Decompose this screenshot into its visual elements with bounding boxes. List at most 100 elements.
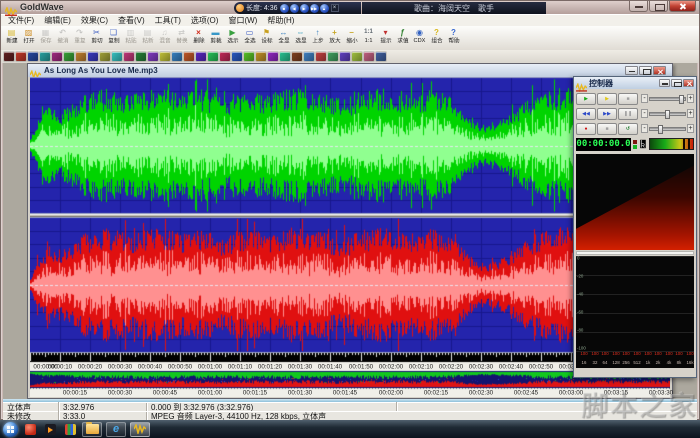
effect-icon-3[interactable] bbox=[40, 52, 50, 61]
doc-close-button[interactable] bbox=[653, 66, 666, 75]
effect-icon-2[interactable] bbox=[28, 52, 38, 61]
effect-icon-27[interactable] bbox=[328, 52, 338, 61]
mini-player-fast-forward-button[interactable]: ▶▶ bbox=[310, 4, 319, 13]
controller-fast-forward-button[interactable]: ▶▶ bbox=[597, 108, 617, 120]
toolbar-button-帮助[interactable]: ?帮助 bbox=[445, 27, 462, 48]
effect-icon-25[interactable] bbox=[304, 52, 314, 61]
controller-record-button[interactable]: ● bbox=[576, 123, 596, 135]
balance-slider[interactable]: -+ bbox=[641, 109, 694, 118]
taskbar-red-app-icon[interactable] bbox=[22, 422, 38, 436]
controller-rewind-button[interactable]: ◀◀ bbox=[576, 108, 596, 120]
overview-ruler[interactable]: 00:00:1500:00:3000:00:4500:01:0000:01:15… bbox=[30, 388, 670, 397]
doc-minimize-button[interactable] bbox=[625, 66, 638, 75]
toolbar-button-选显[interactable]: ⇔选显 bbox=[292, 27, 309, 48]
mini-player-stop-button[interactable]: ■ bbox=[280, 4, 289, 13]
balance-slider-groove[interactable] bbox=[649, 112, 686, 116]
toolbar-button-组合[interactable]: ?组合 bbox=[428, 27, 445, 48]
effect-icon-5[interactable] bbox=[64, 52, 74, 61]
maximize-button[interactable] bbox=[649, 1, 668, 12]
mini-player-play-button[interactable]: ▶ bbox=[300, 4, 309, 13]
titlebar[interactable]: GoldWave 长度: 4:36 ■◀▶▶▶▲ × 歌曲：海阔天空 歌手 bbox=[1, 1, 699, 14]
toolbar-button-粘贴[interactable]: ▥粘贴 bbox=[122, 27, 139, 48]
toolbar-button-设标[interactable]: ⚑设标 bbox=[258, 27, 275, 48]
speed-slider-groove[interactable] bbox=[649, 127, 686, 131]
spectrum-analyzer[interactable]: 0-20-40-60-80-10010010010010010010010010… bbox=[576, 256, 694, 368]
taskbar-media-app-icon[interactable] bbox=[42, 422, 58, 436]
effect-icon-30[interactable] bbox=[364, 52, 374, 61]
controller-maximize-button[interactable] bbox=[671, 79, 682, 87]
toolbar-button-求值[interactable]: ƒ求值 bbox=[394, 27, 411, 48]
speed-increase-button[interactable]: + bbox=[687, 124, 694, 133]
controller-minimize-button[interactable] bbox=[659, 79, 670, 87]
toolbar-button-上步[interactable]: ↑上步 bbox=[309, 27, 326, 48]
effect-icon-19[interactable] bbox=[232, 52, 242, 61]
effect-icon-16[interactable] bbox=[196, 52, 206, 61]
toolbar-button-全选[interactable]: ▭全选 bbox=[241, 27, 258, 48]
controller-record-stop-button[interactable]: ■ bbox=[597, 123, 617, 135]
toolbar-button-复制[interactable]: ❏复制 bbox=[105, 27, 122, 48]
menu-item-7[interactable]: 帮助(H) bbox=[262, 15, 299, 26]
effect-icon-24[interactable] bbox=[292, 52, 302, 61]
volume-decrease-button[interactable]: - bbox=[641, 94, 648, 103]
speed-slider[interactable]: -+ bbox=[641, 124, 694, 133]
controller-play-button[interactable]: ▶ bbox=[576, 93, 596, 105]
toolbar-button-CDX[interactable]: ◉CDX bbox=[411, 27, 428, 46]
mini-player-rewind-button[interactable]: ◀ bbox=[290, 4, 299, 13]
effect-icon-23[interactable] bbox=[280, 52, 290, 61]
taskbar-colored-app-icon[interactable] bbox=[62, 422, 78, 436]
taskbar-explorer-icon[interactable] bbox=[82, 422, 102, 437]
toolbar-button-提示[interactable]: ▾提示 bbox=[377, 27, 394, 48]
effect-icon-20[interactable] bbox=[244, 52, 254, 61]
menu-item-0[interactable]: 文件(F) bbox=[3, 15, 39, 26]
start-button[interactable] bbox=[3, 422, 18, 437]
balance-increase-button[interactable]: + bbox=[687, 109, 694, 118]
menu-item-3[interactable]: 查看(V) bbox=[113, 15, 150, 26]
volume-slider[interactable]: -+ bbox=[641, 94, 694, 103]
taskbar-goldwave-icon[interactable] bbox=[130, 422, 150, 437]
controller-close-button[interactable] bbox=[683, 79, 694, 87]
effect-icon-9[interactable] bbox=[112, 52, 122, 61]
toolbar-button-1:1[interactable]: 1:11:1 bbox=[360, 27, 377, 46]
effect-icon-6[interactable] bbox=[76, 52, 86, 61]
taskbar-internet-explorer-icon[interactable]: e bbox=[106, 422, 126, 437]
effect-icon-8[interactable] bbox=[100, 52, 110, 61]
toolbar-button-剪切[interactable]: ✂剪切 bbox=[88, 27, 105, 48]
effect-icon-22[interactable] bbox=[268, 52, 278, 61]
effect-icon-26[interactable] bbox=[316, 52, 326, 61]
effect-icon-11[interactable] bbox=[136, 52, 146, 61]
balance-slider-handle[interactable] bbox=[665, 110, 670, 119]
controller-play-selection-button[interactable]: ▶ bbox=[597, 93, 617, 105]
controller-titlebar[interactable]: 控制器 bbox=[574, 77, 696, 89]
effect-icon-12[interactable] bbox=[148, 52, 158, 61]
effect-icon-21[interactable] bbox=[256, 52, 266, 61]
toolbar-button-撤消[interactable]: ↶撤消 bbox=[54, 27, 71, 48]
toolbar-button-替换[interactable]: ⇄替换 bbox=[173, 27, 190, 48]
effect-icon-31[interactable] bbox=[376, 52, 386, 61]
toolbar-button-混音[interactable]: ♫混音 bbox=[156, 27, 173, 48]
effect-icon-28[interactable] bbox=[340, 52, 350, 61]
volume-slider-handle[interactable] bbox=[679, 95, 684, 104]
toolbar-button-新建[interactable]: ▤新建 bbox=[3, 27, 20, 48]
speed-decrease-button[interactable]: - bbox=[641, 124, 648, 133]
toolbar-button-放大[interactable]: +放大 bbox=[326, 27, 343, 48]
toolbar-button-选示[interactable]: ▶选示 bbox=[224, 27, 241, 48]
speed-slider-handle[interactable] bbox=[658, 125, 663, 134]
minimize-button[interactable] bbox=[629, 1, 648, 12]
toolbar-button-删除[interactable]: ×删除 bbox=[190, 27, 207, 48]
effect-icon-1[interactable] bbox=[16, 52, 26, 61]
effect-icon-4[interactable] bbox=[52, 52, 62, 61]
effect-icon-10[interactable] bbox=[124, 52, 134, 61]
mini-player-close-icon[interactable]: × bbox=[331, 4, 339, 12]
toolbar-button-全显[interactable]: ↔全显 bbox=[275, 27, 292, 48]
toolbar-button-剪裁[interactable]: ▬剪裁 bbox=[207, 27, 224, 48]
effect-icon-17[interactable] bbox=[208, 52, 218, 61]
controller-record-mode-button[interactable]: ↺ bbox=[618, 123, 638, 135]
volume-slider-groove[interactable] bbox=[649, 97, 686, 101]
menu-item-1[interactable]: 编辑(E) bbox=[39, 15, 76, 26]
mini-player-eject-button[interactable]: ▲ bbox=[320, 4, 329, 13]
controller-pause-button[interactable]: ❚❚ bbox=[618, 108, 638, 120]
visual-display[interactable] bbox=[576, 154, 694, 250]
effect-icon-7[interactable] bbox=[88, 52, 98, 61]
effect-icon-14[interactable] bbox=[172, 52, 182, 61]
effect-icon-0[interactable] bbox=[4, 52, 14, 61]
